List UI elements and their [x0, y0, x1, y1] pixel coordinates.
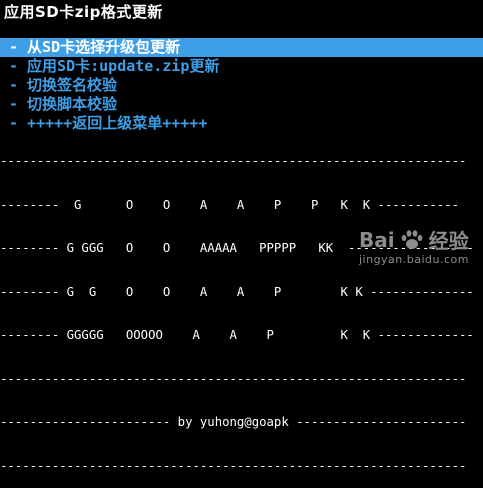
banner-line: ----------------------------------------… — [0, 154, 467, 168]
banner-credit: ----------------------- by yuhong@goapk … — [0, 415, 467, 429]
baidu-watermark: Bai 经验 jingyan.baidu.com — [358, 225, 469, 267]
menu-item-toggle-script[interactable]: - 切换脚本校验 — [0, 95, 483, 114]
ascii-banner: ----------------------------------------… — [0, 125, 483, 488]
app-title: 应用SD卡zip格式更新 — [4, 3, 163, 21]
banner-line: -------- G O O A A P P K K ----------- — [0, 197, 460, 212]
recovery-menu: - 从SD卡选择升级包更新 - 应用SD卡:update.zip更新 - 切换签… — [0, 38, 483, 133]
menu-item-apply-update-zip[interactable]: - 应用SD卡:update.zip更新 — [0, 57, 483, 76]
paw-icon — [401, 229, 422, 249]
menu-item-sdcard-choose[interactable]: - 从SD卡选择升级包更新 — [0, 38, 483, 57]
banner-line: -------- G G O O A A P K K -------------… — [0, 284, 474, 299]
banner-line: ----------------------------------------… — [0, 458, 467, 473]
watermark-brand-suffix: 经验 — [428, 229, 469, 253]
watermark-url: jingyan.baidu.com — [358, 253, 469, 266]
watermark-brand: Bai — [358, 227, 395, 252]
menu-item-toggle-signature[interactable]: - 切换签名校验 — [0, 76, 483, 95]
watermark-logo: Bai 经验 — [359, 225, 469, 254]
banner-line: -------- GGGGG OOOOO A A P K K ---------… — [0, 328, 474, 342]
banner-line: ----------------------------------------… — [0, 371, 467, 386]
